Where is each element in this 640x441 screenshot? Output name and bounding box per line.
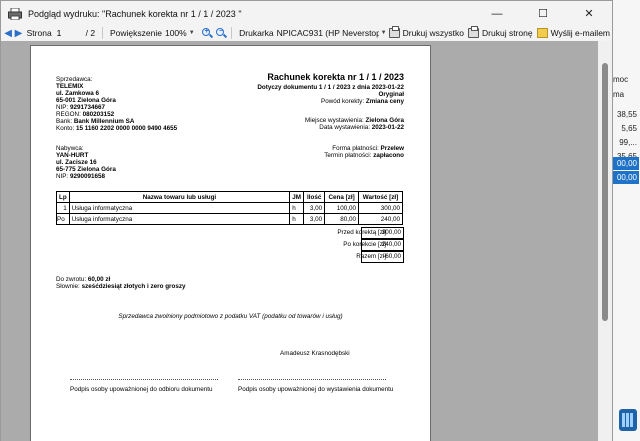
table-row: 1 Usługa informatyczna h 3,00 100,00 300… bbox=[56, 202, 403, 214]
next-page-icon[interactable]: ▶ bbox=[13, 27, 23, 39]
row-unit: h bbox=[289, 213, 305, 225]
row-value: 300,00 bbox=[358, 202, 403, 214]
background-cell-selected[interactable]: 00,00 bbox=[613, 171, 639, 184]
zoom-out-icon[interactable]: − bbox=[215, 27, 228, 39]
background-cell-selected[interactable]: 00,00 bbox=[613, 157, 639, 170]
print-all-button[interactable]: Drukuj wszystko bbox=[388, 26, 465, 38]
signer-name: Amadeusz Krasnodębski bbox=[280, 350, 350, 357]
printer-icon bbox=[468, 26, 480, 38]
printer-value: NPICAC931 (HP Neverstop Laser M bbox=[276, 28, 379, 38]
envelope-icon bbox=[536, 28, 548, 38]
scrollbar-thumb[interactable] bbox=[602, 63, 608, 321]
toolbar: ◀ ▶ Strona / 2 Powiększenie 100% ▼ + − D… bbox=[1, 26, 612, 40]
signature-line-receive bbox=[70, 379, 218, 380]
row-price: 80,00 bbox=[324, 213, 360, 225]
toolbar-divider bbox=[102, 27, 103, 39]
page-label: Strona bbox=[26, 28, 52, 38]
printer-icon bbox=[388, 26, 400, 38]
amount-in-words: Słownie: sześćdziesiąt złotych i zero gr… bbox=[56, 283, 186, 290]
issue-date: Data wystawienia: 2023-01-22 bbox=[319, 124, 404, 131]
payment-term: Termin płatności: zapłacono bbox=[324, 152, 404, 159]
row-price: 100,00 bbox=[324, 202, 360, 214]
preview-area[interactable]: Sprzedawca: TELEMIX ul. Zamkowa 6 65-001… bbox=[1, 41, 612, 441]
before-correction-value: 300,00 bbox=[361, 227, 404, 239]
close-button[interactable]: ✕ bbox=[566, 1, 612, 26]
toolbar-divider bbox=[231, 27, 233, 39]
background-column-header[interactable]: moc bbox=[613, 73, 639, 86]
title-bar[interactable]: Podgląd wydruku: "Rachunek korekta nr 1 … bbox=[1, 1, 612, 26]
chevron-down-icon: ▼ bbox=[188, 30, 195, 36]
row-value: 240,00 bbox=[358, 213, 403, 225]
signature-line-issue bbox=[238, 379, 386, 380]
table-row: Po Usługa informatyczna h 3,00 80,00 240… bbox=[56, 213, 403, 225]
row-unit: h bbox=[289, 202, 305, 214]
buyer-nip-line: NIP: 9290091658 bbox=[56, 173, 106, 180]
row-lp: Po bbox=[56, 213, 70, 225]
background-cell[interactable]: 99,... bbox=[613, 136, 639, 149]
background-right-panel: moc ma 38,55 5,65 99,... 35,65 00,00 00,… bbox=[610, 0, 640, 441]
zoom-select[interactable]: 100% ▼ bbox=[165, 28, 195, 38]
window-title: Podgląd wydruku: "Rachunek korekta nr 1 … bbox=[28, 8, 242, 19]
row-name: Usługa informatyczna bbox=[68, 213, 291, 225]
send-email-button[interactable]: Wyślij e-mailem bbox=[536, 28, 611, 38]
zoom-in-icon[interactable]: + bbox=[201, 27, 213, 39]
background-column-subheader: ma bbox=[613, 90, 625, 99]
signature-issue-caption: Podpis osoby upoważnionej do wystawienia… bbox=[238, 386, 394, 393]
column-header: Cena [zł] bbox=[324, 191, 360, 203]
print-page-button[interactable]: Drukuj stronę bbox=[468, 26, 533, 38]
total-value: -60,00 bbox=[361, 251, 404, 263]
background-cell[interactable]: 38,55 bbox=[613, 108, 639, 121]
row-quantity: 3,00 bbox=[303, 202, 326, 214]
row-quantity: 3,00 bbox=[303, 213, 326, 225]
row-name: Usługa informatyczna bbox=[68, 202, 291, 214]
column-header: Nazwa towaru lub usługi bbox=[68, 191, 291, 203]
printer-select[interactable]: NPICAC931 (HP Neverstop Laser M ▼ bbox=[277, 28, 387, 38]
zoom-value: 100% bbox=[164, 28, 187, 38]
calculator-icon[interactable] bbox=[619, 409, 637, 431]
row-lp: 1 bbox=[56, 202, 70, 214]
page-total: / 2 bbox=[85, 28, 96, 38]
document-page: Sprzedawca: TELEMIX ul. Zamkowa 6 65-001… bbox=[30, 45, 431, 441]
background-cell[interactable]: 5,65 bbox=[613, 122, 639, 135]
column-header: Lp bbox=[56, 191, 70, 203]
vertical-scrollbar[interactable] bbox=[598, 41, 612, 441]
minimize-button[interactable]: — bbox=[474, 1, 520, 26]
printer-icon bbox=[8, 7, 22, 20]
previous-page-icon[interactable]: ◀ bbox=[3, 27, 13, 39]
items-table: Lp Nazwa towaru lub usługi JM Ilość Cena… bbox=[56, 191, 403, 225]
maximize-button[interactable]: ☐ bbox=[520, 1, 566, 26]
chevron-down-icon: ▼ bbox=[380, 30, 387, 36]
signature-receive-caption: Podpis osoby upoważnionej do odbioru dok… bbox=[70, 386, 213, 393]
send-email-label: Wyślij e-mailem bbox=[550, 28, 611, 38]
table-header-row: Lp Nazwa towaru lub usługi JM Ilość Cena… bbox=[56, 191, 403, 203]
print-all-label: Drukuj wszystko bbox=[402, 28, 465, 38]
after-correction-value: 240,00 bbox=[361, 239, 404, 251]
page-number-input[interactable] bbox=[54, 27, 83, 39]
vat-exemption-note: Sprzedawca zwolniony podmiotowo z podatk… bbox=[118, 313, 343, 320]
column-header: Wartość [zł] bbox=[358, 191, 403, 203]
zoom-label: Powiększenie bbox=[109, 28, 162, 38]
printer-label: Drukarka bbox=[239, 28, 274, 38]
column-header: Ilość bbox=[303, 191, 326, 203]
print-page-label: Drukuj stronę bbox=[482, 28, 533, 38]
column-header: JM bbox=[289, 191, 305, 203]
seller-account-line: Konto: 15 1160 2202 0000 0000 9490 4655 bbox=[56, 125, 178, 132]
document-title: Rachunek korekta nr 1 / 1 / 2023 bbox=[267, 72, 404, 82]
correction-reason: Powód korekty: Zmiana ceny bbox=[321, 98, 404, 105]
print-preview-window: Podgląd wydruku: "Rachunek korekta nr 1 … bbox=[0, 0, 613, 441]
